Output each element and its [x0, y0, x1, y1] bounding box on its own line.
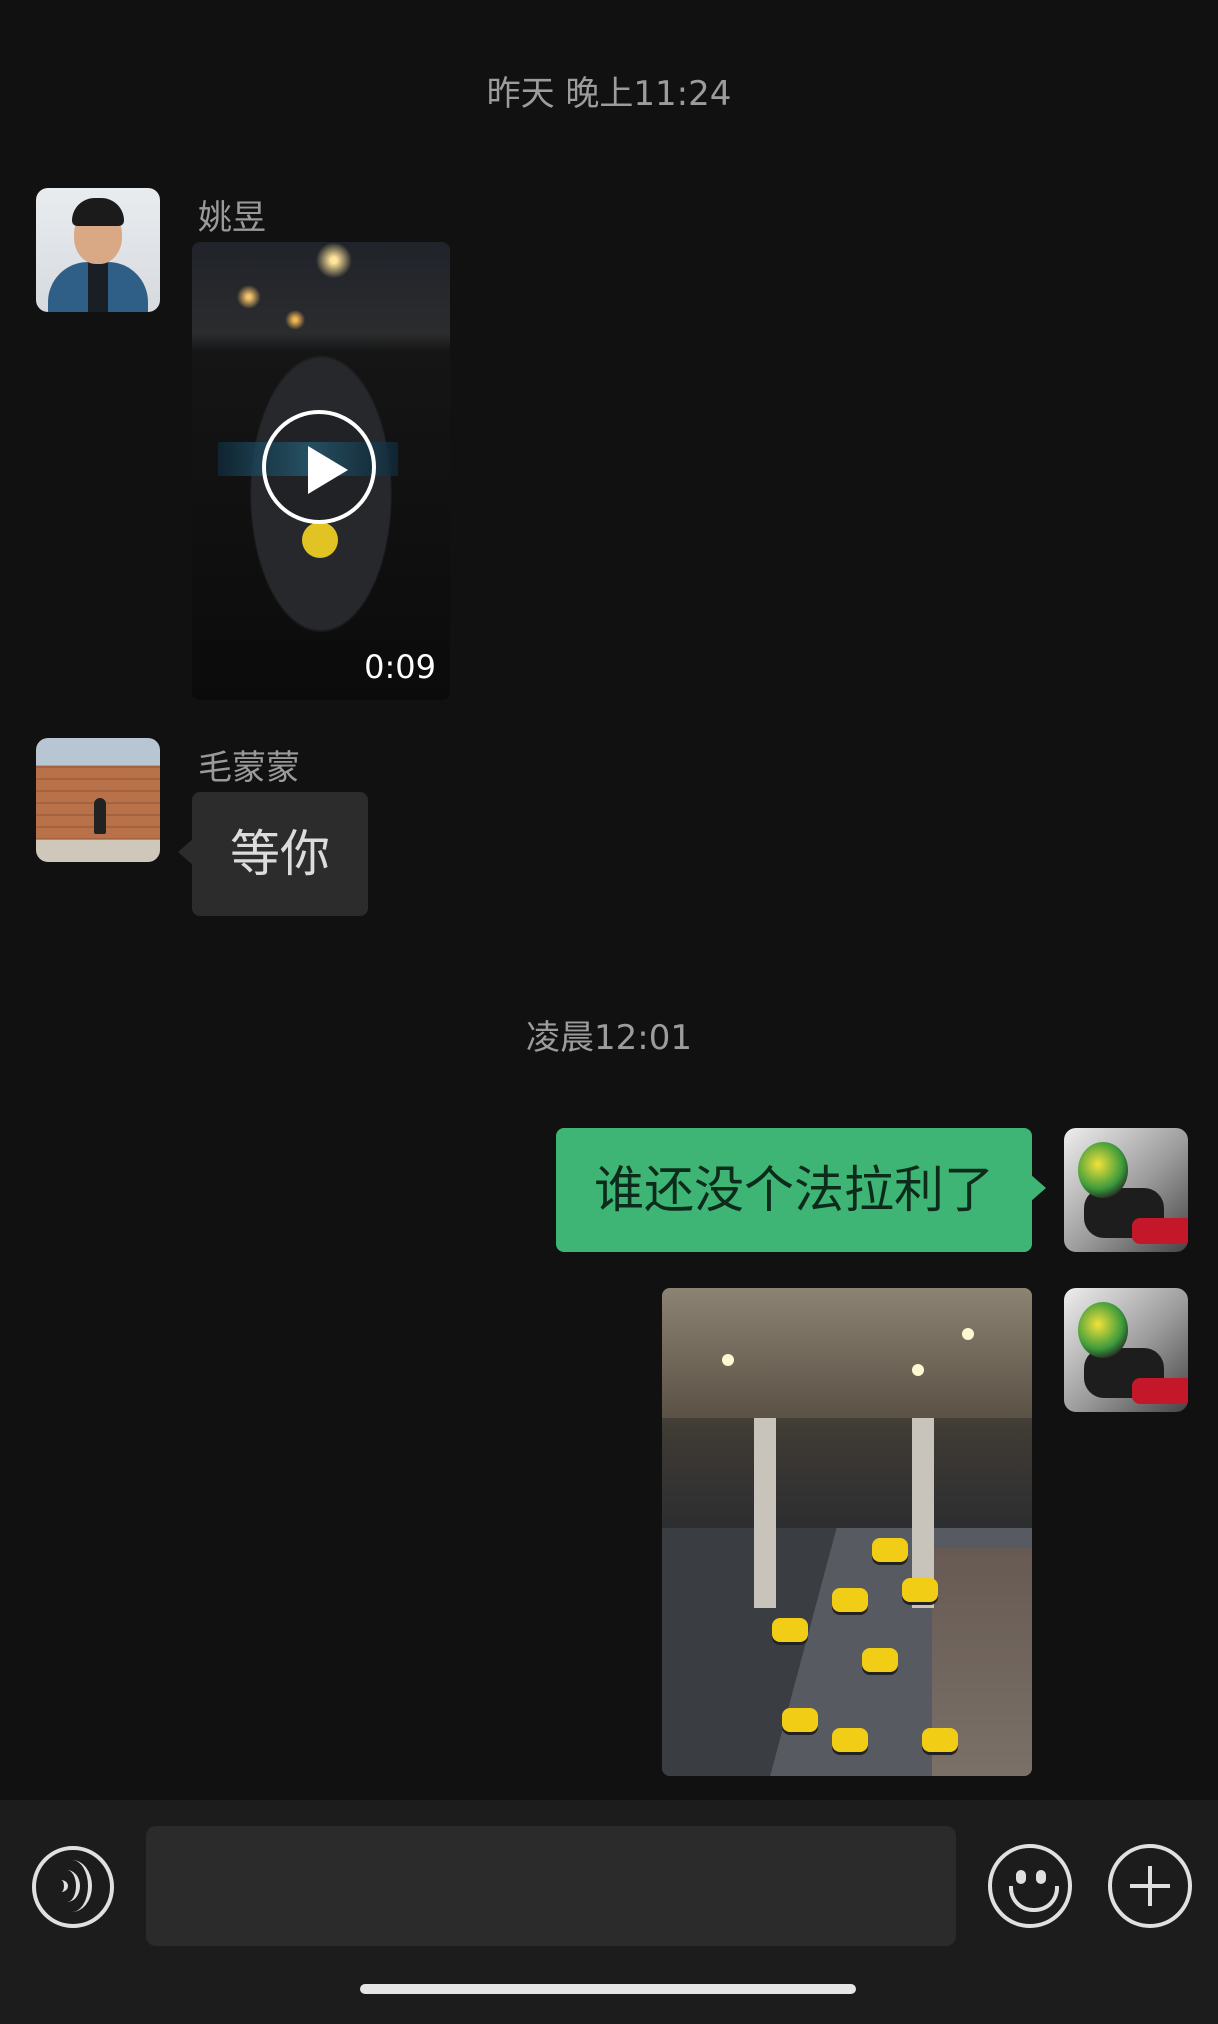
voice-input-icon[interactable]: [32, 1846, 114, 1928]
sender-name: 姚昱: [198, 198, 266, 238]
timestamp: 凌晨12:01: [526, 1018, 692, 1058]
sender-name: 毛蒙蒙: [198, 748, 300, 788]
incoming-message-bubble[interactable]: 等你: [178, 792, 368, 916]
my-avatar[interactable]: [1064, 1288, 1188, 1412]
sender-avatar[interactable]: [36, 738, 160, 862]
image-message[interactable]: [662, 1288, 1032, 1776]
sender-avatar[interactable]: [36, 188, 160, 312]
video-duration: 0:09: [364, 648, 436, 686]
home-indicator[interactable]: [360, 1984, 856, 1994]
my-avatar[interactable]: [1064, 1128, 1188, 1252]
message-input[interactable]: [146, 1826, 956, 1946]
plus-icon[interactable]: [1108, 1844, 1192, 1928]
play-icon[interactable]: [262, 410, 376, 524]
timestamp: 昨天 晚上11:24: [486, 74, 732, 114]
outgoing-message-bubble[interactable]: 谁还没个法拉利了: [556, 1128, 1046, 1252]
emoji-icon[interactable]: [988, 1844, 1072, 1928]
video-message[interactable]: 0:09: [192, 242, 450, 700]
